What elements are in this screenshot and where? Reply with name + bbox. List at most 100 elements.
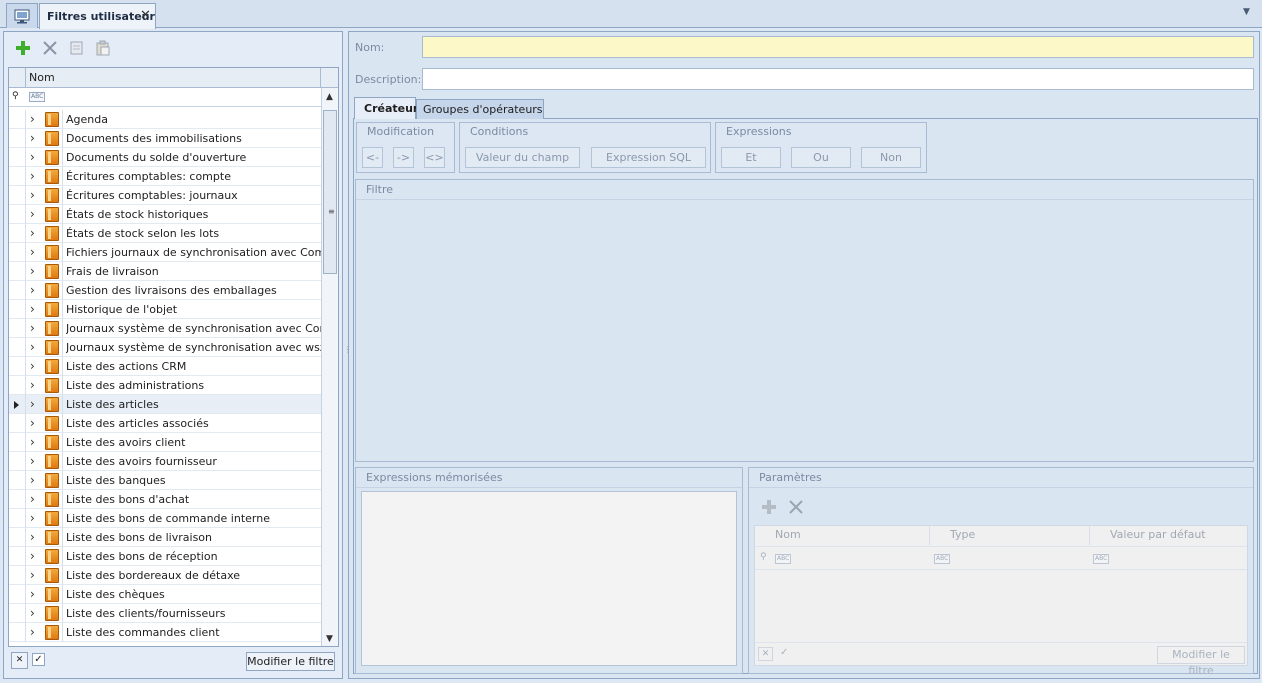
list-item[interactable]: › Liste des actions CRM xyxy=(9,357,321,376)
expand-chevron-icon[interactable]: › xyxy=(30,226,35,240)
or-button[interactable]: Ou xyxy=(791,147,851,168)
expand-chevron-icon[interactable]: › xyxy=(30,321,35,335)
vertical-scrollbar[interactable]: ▲ ≡ ▼ xyxy=(321,88,338,646)
move-right-button[interactable]: -> xyxy=(393,147,414,168)
expand-chevron-icon[interactable]: › xyxy=(30,359,35,373)
list-item[interactable]: › Écritures comptables: journaux xyxy=(9,186,321,205)
delete-icon[interactable] xyxy=(42,40,58,56)
and-button[interactable]: Et xyxy=(721,147,781,168)
expand-chevron-icon[interactable]: › xyxy=(30,207,35,221)
list-item[interactable]: › Documents du solde d'ouverture xyxy=(9,148,321,167)
move-left-button[interactable]: <- xyxy=(362,147,383,168)
expand-chevron-icon[interactable]: › xyxy=(30,131,35,145)
list-item[interactable]: › Frais de livraison xyxy=(9,262,321,281)
list-item[interactable]: › Liste des bons d'achat xyxy=(9,490,321,509)
expand-chevron-icon[interactable]: › xyxy=(30,378,35,392)
scroll-down-icon[interactable]: ▼ xyxy=(326,634,333,644)
expand-chevron-icon[interactable]: › xyxy=(30,568,35,582)
expand-chevron-icon[interactable]: › xyxy=(30,625,35,639)
folder-icon xyxy=(45,264,59,279)
expand-chevron-icon[interactable]: › xyxy=(30,150,35,164)
sql-expression-button[interactable]: Expression SQL xyxy=(591,147,706,168)
expand-chevron-icon[interactable]: › xyxy=(30,492,35,506)
add-icon[interactable] xyxy=(15,40,31,56)
list-item[interactable]: › Liste des bons de livraison xyxy=(9,528,321,547)
scroll-up-icon[interactable]: ▲ xyxy=(326,92,333,102)
add-parameter-icon[interactable] xyxy=(762,500,776,514)
expand-chevron-icon[interactable]: › xyxy=(30,397,35,411)
list-item[interactable]: › Liste des bons de réception xyxy=(9,547,321,566)
list-item[interactable]: › Liste des administrations xyxy=(9,376,321,395)
swap-button[interactable]: <> xyxy=(424,147,445,168)
expand-chevron-icon[interactable]: › xyxy=(30,245,35,259)
list-item[interactable]: › Liste des articles associés xyxy=(9,414,321,433)
list-item[interactable]: › Fichiers journaux de synchronisation av… xyxy=(9,243,321,262)
list-item[interactable]: › Historique de l'objet xyxy=(9,300,321,319)
folder-icon xyxy=(45,454,59,469)
expand-chevron-icon[interactable]: › xyxy=(30,549,35,563)
list-item[interactable]: › Journaux système de synchronisation ave… xyxy=(9,338,321,357)
list-item[interactable]: › Agenda xyxy=(9,110,321,129)
filter-list-grid: Nom ⚲ ABC › Agenda › Documents des immobili… xyxy=(8,67,339,647)
expand-chevron-icon[interactable]: › xyxy=(30,606,35,620)
list-item[interactable]: › Journaux système de synchronisation ave… xyxy=(9,319,321,338)
list-item-label: Liste des chèques xyxy=(66,588,165,601)
list-item[interactable]: › Liste des avoirs fournisseur xyxy=(9,452,321,471)
field-value-button[interactable]: Valeur du champ xyxy=(465,147,580,168)
param-modify-filter-button[interactable]: Modifier le filtre xyxy=(1157,646,1245,677)
expand-chevron-icon[interactable]: › xyxy=(30,188,35,202)
description-input[interactable] xyxy=(422,68,1254,90)
expand-chevron-icon[interactable]: › xyxy=(30,302,35,316)
expand-chevron-icon[interactable]: › xyxy=(30,112,35,126)
nom-input[interactable] xyxy=(422,36,1254,58)
list-item[interactable]: › Documents des immobilisations xyxy=(9,129,321,148)
param-filter-row[interactable]: ⚲ ABC ABC ABC xyxy=(755,546,1247,570)
expand-chevron-icon[interactable]: › xyxy=(30,169,35,183)
edit-icon[interactable] xyxy=(69,40,85,56)
list-item[interactable]: › États de stock historiques xyxy=(9,205,321,224)
list-item[interactable]: › États de stock selon les lots xyxy=(9,224,321,243)
expand-chevron-icon[interactable]: › xyxy=(30,454,35,468)
param-column-default[interactable]: Valeur par défaut xyxy=(1090,526,1247,545)
auto-filter-row[interactable]: ⚲ ABC xyxy=(9,88,321,107)
list-item[interactable]: › Gestion des livraisons des emballages xyxy=(9,281,321,300)
expand-chevron-icon[interactable]: › xyxy=(30,264,35,278)
list-item[interactable]: › Liste des bordereaux de détaxe xyxy=(9,566,321,585)
list-item[interactable]: › Écritures comptables: compte xyxy=(9,167,321,186)
list-item[interactable]: › Liste des clients/fournisseurs xyxy=(9,604,321,623)
not-button[interactable]: Non xyxy=(861,147,921,168)
tab-createur[interactable]: Créateur xyxy=(354,97,418,119)
list-item[interactable]: › Liste des bons de commande interne xyxy=(9,509,321,528)
expand-chevron-icon[interactable]: › xyxy=(30,473,35,487)
paste-icon[interactable] xyxy=(95,40,111,56)
param-column-nom[interactable]: Nom xyxy=(755,526,930,545)
scroll-thumb[interactable]: ≡ xyxy=(323,110,337,274)
column-header-nom[interactable]: Nom xyxy=(29,71,55,84)
tab-groupes-operateurs[interactable]: Groupes d'opérateurs xyxy=(416,99,544,119)
modify-filter-button[interactable]: Modifier le filtre xyxy=(246,652,335,671)
list-item[interactable]: › Liste des articles xyxy=(9,395,321,414)
expand-chevron-icon[interactable]: › xyxy=(30,416,35,430)
list-item[interactable]: › Liste des avoirs client xyxy=(9,433,321,452)
list-item[interactable]: › Liste des banques xyxy=(9,471,321,490)
tab-list-dropdown-icon[interactable]: ▼ xyxy=(1243,7,1250,17)
delete-parameter-icon[interactable] xyxy=(789,500,803,514)
expand-chevron-icon[interactable]: › xyxy=(30,435,35,449)
expand-chevron-icon[interactable]: › xyxy=(30,511,35,525)
tab-filtres-utilisateur[interactable]: Filtres utilisateur ✕ xyxy=(39,3,156,29)
expand-chevron-icon[interactable]: › xyxy=(30,283,35,297)
home-tab[interactable] xyxy=(6,3,38,28)
expand-chevron-icon[interactable]: › xyxy=(30,530,35,544)
clear-filter-button[interactable]: ✕ xyxy=(11,652,28,669)
expand-chevron-icon[interactable]: › xyxy=(30,340,35,354)
memorized-expressions-list[interactable] xyxy=(361,491,737,666)
close-tab-icon[interactable]: ✕ xyxy=(140,8,151,23)
expand-chevron-icon[interactable]: › xyxy=(30,587,35,601)
list-item[interactable]: › Liste des commandes client xyxy=(9,623,321,642)
param-filter-checkbox[interactable]: ✓ xyxy=(780,647,788,658)
param-clear-filter-button[interactable]: ✕ xyxy=(758,647,773,661)
filter-enabled-checkbox[interactable]: ✓ xyxy=(32,653,45,666)
row-indicator xyxy=(9,509,26,528)
param-column-type[interactable]: Type xyxy=(930,526,1090,545)
list-item[interactable]: › Liste des chèques xyxy=(9,585,321,604)
